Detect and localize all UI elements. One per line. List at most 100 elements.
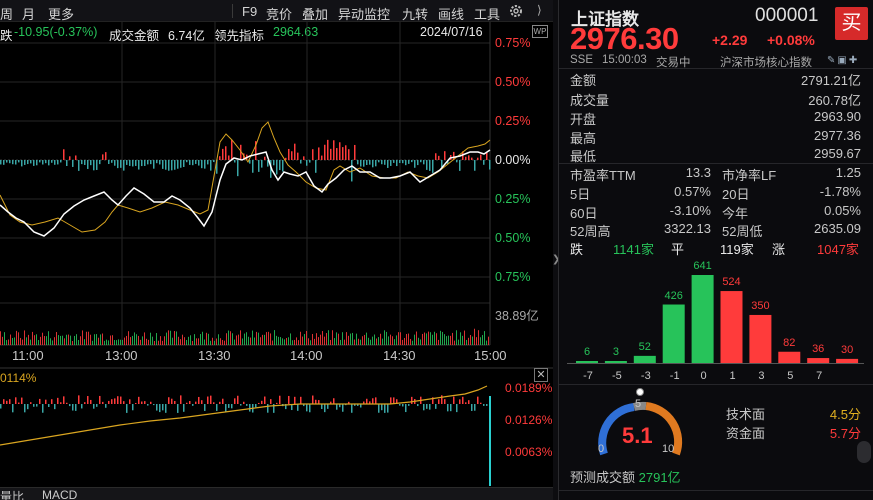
distribution-tick-label: -5 — [612, 370, 622, 382]
quote-action-icons[interactable]: ✎▣✚ — [827, 55, 859, 66]
volume-bar — [272, 340, 273, 345]
distribution-bar — [576, 361, 598, 363]
forecast-row: 预测成交额 2791亿 — [570, 467, 681, 486]
money-flow-bar — [198, 160, 200, 166]
volume-bar — [134, 332, 135, 345]
volume-bar — [16, 330, 17, 345]
money-flow-bar — [264, 156, 266, 160]
lower-indicator-bar — [429, 404, 431, 410]
money-flow-bar — [99, 160, 101, 165]
buy-button[interactable]: 买 — [835, 7, 868, 40]
money-flow-bar — [120, 160, 122, 168]
distribution-bar — [691, 275, 714, 363]
lower-indicator-bar — [75, 404, 77, 411]
quote-time: 15:00:03 — [602, 54, 647, 66]
lower-indicator-bar — [258, 402, 260, 404]
volume-bar — [398, 332, 399, 345]
stat-amount-value: 2791.21亿 — [801, 73, 861, 88]
volume-bar — [38, 340, 39, 345]
money-flow-bar — [126, 160, 128, 165]
volume-bar — [254, 337, 255, 345]
money-flow-bar — [402, 160, 404, 164]
lower-indicator-bar — [102, 401, 104, 404]
money-flow-bar — [18, 160, 20, 163]
volume-bar — [296, 337, 297, 345]
money-flow-bar — [66, 160, 68, 166]
lower-indicator-bar — [483, 404, 485, 406]
volume-bar — [222, 339, 223, 345]
money-flow-bar — [375, 160, 377, 167]
money-flow-bar — [252, 160, 254, 173]
volume-bar — [266, 332, 267, 345]
money-flow-bar — [342, 147, 344, 160]
volume-bar — [356, 333, 357, 345]
volume-bar — [218, 334, 219, 345]
lower-indicator-bar — [120, 396, 122, 404]
stat-volume-label: 成交量 — [570, 93, 610, 108]
money-flow-bar — [399, 160, 401, 164]
distribution-bar-label: 3 — [612, 346, 619, 358]
lower-indicator-bar — [387, 404, 389, 413]
volume-bar — [416, 331, 417, 345]
volume-bar — [396, 335, 397, 345]
panel-scroll-handle[interactable] — [857, 441, 871, 463]
money-flow-bar — [318, 147, 320, 160]
forecast-label: 预测成交额 — [570, 470, 636, 485]
lower-indicator-bar — [138, 396, 140, 404]
money-flow-bar — [45, 160, 47, 164]
volume-bar — [362, 336, 363, 345]
distribution-bar-label: 82 — [783, 336, 796, 349]
volume-bar — [102, 333, 103, 345]
lower-indicator-bar — [375, 397, 377, 404]
tab-volume-ratio[interactable]: 量比 — [0, 488, 24, 500]
volume-bar — [188, 336, 189, 345]
volume-bar — [108, 340, 109, 345]
lower-indicator-bar — [204, 404, 206, 411]
volume-bar — [346, 332, 347, 345]
lower-indicator-bar — [66, 402, 68, 404]
volume-bar — [458, 339, 459, 345]
lower-indicator-bar — [132, 404, 134, 411]
volume-bar — [306, 330, 307, 345]
close-icon[interactable]: ✕ — [534, 368, 548, 382]
quote-status-row: SSE 15:00:03 交易中 沪深市场核心指数 — [559, 53, 873, 69]
money-flow-bar — [297, 152, 299, 160]
pb-lf-label: 市净率LF — [722, 168, 777, 183]
money-flow-bar — [306, 160, 308, 166]
time-axis-label: 15:00 — [474, 348, 507, 363]
lower-indicator-bar — [84, 402, 86, 404]
money-flow-bar — [81, 160, 83, 165]
distribution-bar — [633, 355, 656, 363]
lower-indicator-bar — [105, 404, 107, 408]
money-flow-bar — [474, 160, 476, 171]
tab-macd[interactable]: MACD — [42, 488, 77, 500]
volume-bar — [238, 334, 239, 345]
volume-bar — [262, 334, 263, 345]
volume-bar — [476, 337, 477, 345]
volume-bar — [126, 335, 127, 345]
volume-bar — [94, 334, 95, 345]
return-ytd-value: 0.05% — [824, 203, 861, 218]
volume-bar — [288, 337, 289, 345]
volume-bar — [234, 339, 235, 345]
lower-indicator-bar — [399, 404, 401, 406]
volume-bar — [402, 339, 403, 345]
week52-low-value: 2635.09 — [814, 221, 861, 236]
volume-bar — [354, 339, 355, 345]
money-flow-bar — [141, 160, 143, 167]
lower-indicator-bar — [405, 404, 407, 413]
volume-bar — [472, 336, 473, 345]
volume-bar — [422, 333, 423, 345]
leading-indicator-line — [0, 121, 491, 233]
volume-bar — [12, 337, 13, 345]
lower-indicator-bar — [192, 404, 194, 406]
volume-bar — [172, 337, 173, 345]
money-flow-bar — [279, 160, 281, 171]
volume-bar — [0, 331, 1, 345]
intraday-chart-panel[interactable]: 周 月 更多 F9 竞价 叠加 异动监控 九转 画线 工具 ⟩ 跌 -10.95… — [0, 0, 553, 500]
volume-bar — [98, 337, 99, 345]
money-flow-bar — [315, 160, 317, 173]
money-flow-bar — [471, 157, 473, 160]
volume-bar — [248, 336, 249, 345]
money-flow-bar — [405, 160, 407, 166]
